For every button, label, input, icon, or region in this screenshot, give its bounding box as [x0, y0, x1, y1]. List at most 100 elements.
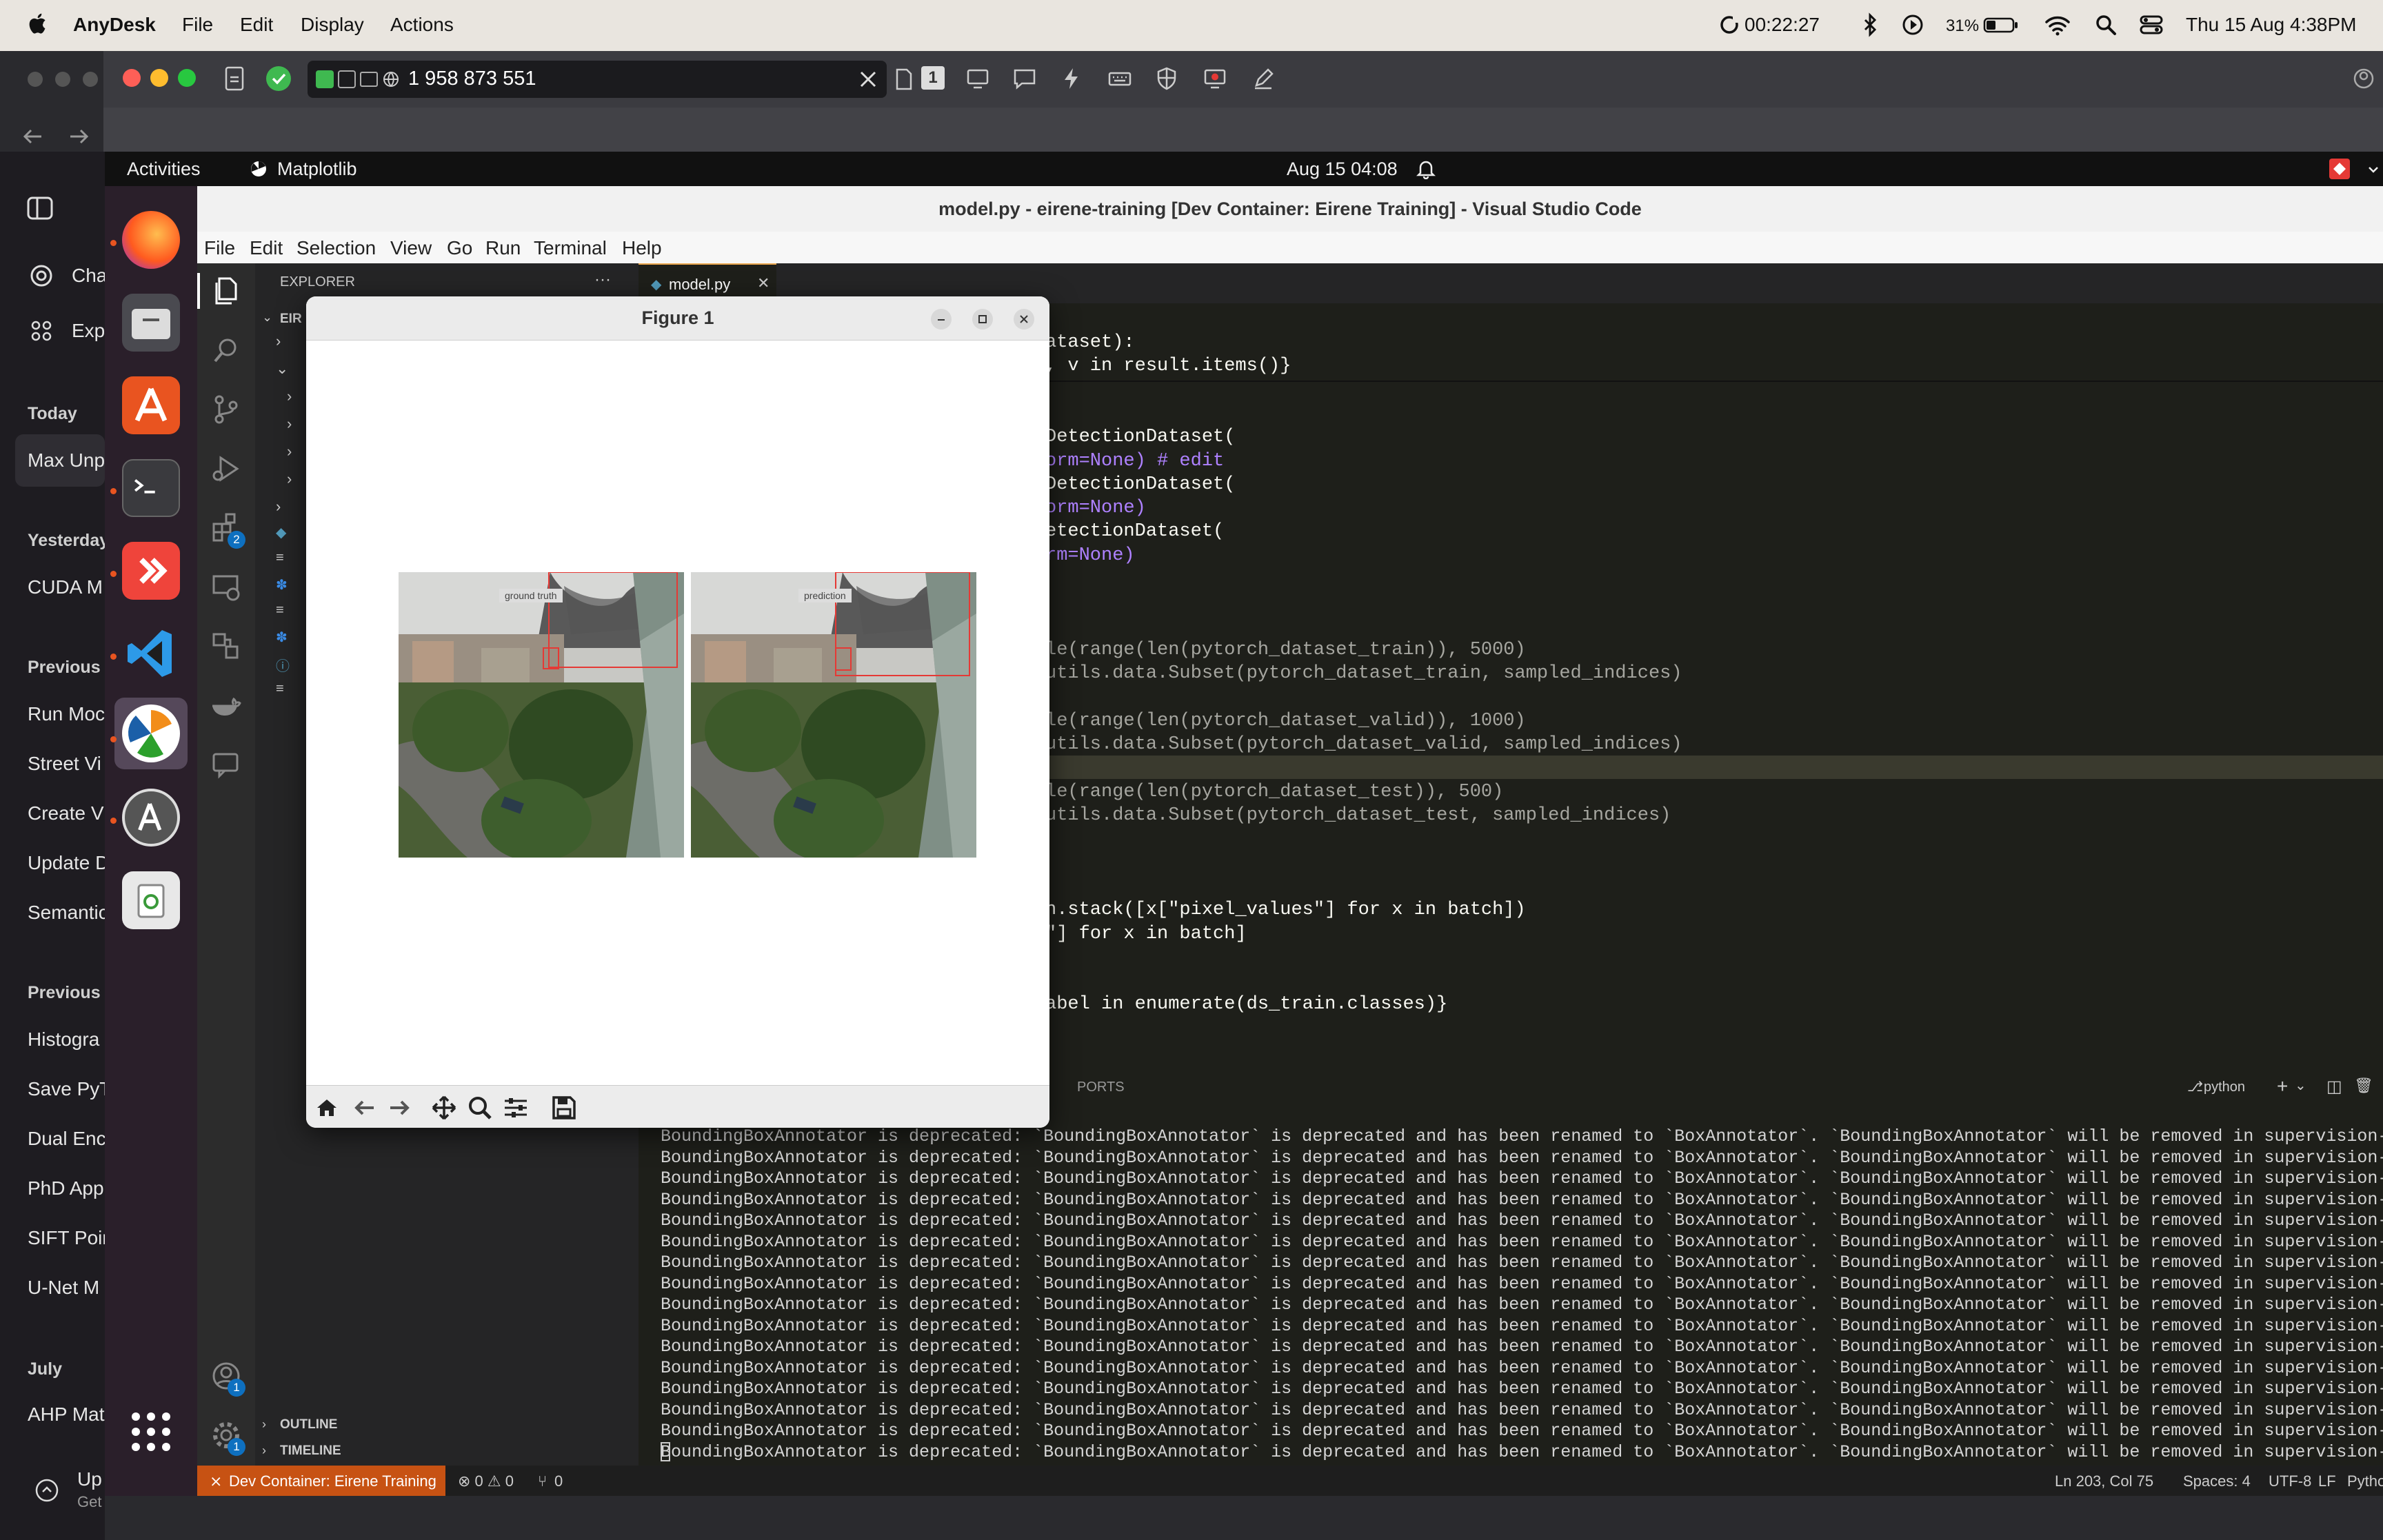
menubar-file[interactable]: File: [182, 14, 213, 36]
terminal-dropdown-chevron-icon[interactable]: ⌄: [2295, 1077, 2306, 1094]
chat-item[interactable]: PhD App: [28, 1177, 104, 1199]
line-ending[interactable]: LF: [2318, 1472, 2336, 1490]
chat-item[interactable]: Histogra: [28, 1029, 99, 1051]
firefox-icon[interactable]: [122, 211, 180, 269]
ubuntu-clock[interactable]: Aug 15 04:08: [1287, 159, 1398, 180]
control-center-icon[interactable]: [2138, 11, 2165, 39]
notification-bell-icon[interactable]: [1416, 159, 1436, 179]
chat-item[interactable]: Street Vi: [28, 753, 101, 775]
zoom-magnifier-icon[interactable]: [466, 1094, 494, 1122]
display-icon[interactable]: [965, 66, 990, 91]
ports-icon[interactable]: ⑂: [538, 1472, 547, 1490]
anydesk-tray-icon[interactable]: [2329, 159, 2350, 179]
chat-item[interactable]: Run Moc: [28, 703, 105, 725]
forward-arrow-icon[interactable]: [386, 1094, 414, 1122]
trash-icon[interactable]: [122, 871, 180, 929]
forward-arrow-icon[interactable]: [66, 124, 91, 149]
panel-tab-ports[interactable]: PORTS: [1077, 1080, 1125, 1095]
update-manager-icon[interactable]: [122, 789, 180, 847]
menu-view[interactable]: View: [390, 237, 432, 259]
explore-grid-icon[interactable]: [30, 320, 52, 342]
files-icon[interactable]: [122, 294, 180, 352]
permissions-shield-icon[interactable]: [1154, 66, 1179, 91]
cursor-position[interactable]: Ln 203, Col 75: [2055, 1472, 2153, 1490]
new-terminal-plus-icon[interactable]: +: [2277, 1075, 2288, 1097]
menu-run[interactable]: Run: [485, 237, 521, 259]
figure-minimize-button[interactable]: [931, 309, 952, 330]
comments-icon[interactable]: [210, 749, 243, 782]
chat-icon[interactable]: [1012, 66, 1037, 91]
menu-file[interactable]: File: [204, 237, 235, 259]
battery-icon[interactable]: [1983, 11, 2019, 39]
back-arrow-icon[interactable]: [350, 1094, 378, 1122]
chat-item[interactable]: Save PyT: [28, 1078, 111, 1100]
menu-help[interactable]: Help: [622, 237, 662, 259]
explorer-files-icon[interactable]: [210, 274, 243, 307]
terminal-panel[interactable]: PORTS ⎇ python + ⌄ ◫ 🗑 BoundingBoxAnnota…: [639, 1070, 2383, 1466]
close-session-icon[interactable]: [858, 69, 878, 90]
remote-explorer-icon[interactable]: [210, 571, 243, 604]
sidebar-item-explore[interactable]: Exp: [72, 320, 105, 342]
vscode-icon[interactable]: [122, 625, 180, 682]
timeline-chevron-icon[interactable]: ›: [262, 1443, 266, 1458]
window-close-button[interactable]: [123, 69, 141, 87]
upgrade-icon[interactable]: [33, 1477, 61, 1504]
now-playing-icon[interactable]: [1899, 11, 1927, 39]
matplotlib-figure-window[interactable]: Figure 1 ground truth prediction: [306, 296, 1049, 1128]
monitor-select-button[interactable]: 1: [921, 66, 945, 90]
chat-item[interactable]: Max Unp: [28, 449, 105, 472]
chat-item[interactable]: AHP Mat: [28, 1404, 105, 1426]
chat-item[interactable]: SIFT Poir: [28, 1227, 109, 1249]
anydesk-dock-icon[interactable]: [122, 542, 180, 600]
actions-lightning-icon[interactable]: [1059, 66, 1084, 91]
wifi-icon[interactable]: [2044, 11, 2071, 39]
split-terminal-icon[interactable]: ◫: [2326, 1077, 2342, 1097]
terminal-icon[interactable]: [122, 459, 180, 517]
pan-move-icon[interactable]: [430, 1094, 458, 1122]
tab-close-icon[interactable]: ✕: [757, 274, 770, 292]
timer-icon[interactable]: [1716, 11, 1743, 39]
explorer-more-actions-icon[interactable]: ···: [594, 270, 611, 290]
activities-button[interactable]: Activities: [127, 159, 201, 180]
figure-close-button[interactable]: [1014, 309, 1034, 330]
bluetooth-icon[interactable]: [1856, 11, 1884, 39]
file-transfer-icon[interactable]: [222, 65, 247, 92]
chat-item[interactable]: Dual Enc: [28, 1128, 106, 1150]
background-close-button[interactable]: [28, 72, 43, 87]
folder-chevron-down-icon[interactable]: ⌄: [262, 310, 272, 325]
show-apps-grid-icon[interactable]: [130, 1410, 172, 1453]
background-zoom-button[interactable]: [83, 72, 98, 87]
language-mode[interactable]: Pytho: [2347, 1472, 2383, 1490]
menu-terminal[interactable]: Terminal: [534, 237, 607, 259]
software-center-icon[interactable]: [122, 376, 180, 434]
user-icon[interactable]: [2351, 66, 2376, 91]
chat-item[interactable]: U-Net M: [28, 1277, 99, 1299]
menu-selection[interactable]: Selection: [296, 237, 376, 259]
menubar-actions[interactable]: Actions: [390, 14, 454, 36]
containers-icon[interactable]: [210, 630, 243, 663]
record-session-icon[interactable]: [1203, 66, 1227, 91]
chat-item[interactable]: Semantic: [28, 902, 108, 924]
explorer-root-folder[interactable]: EIR: [280, 312, 302, 327]
focused-app-name[interactable]: Matplotlib: [277, 159, 357, 180]
timeline-section[interactable]: TIMELINE: [280, 1443, 341, 1459]
remote-indicator[interactable]: ⨯ Dev Container: Eirene Training: [197, 1466, 445, 1496]
chat-item[interactable]: CUDA M: [28, 576, 103, 598]
menubar-datetime[interactable]: Thu 15 Aug 4:38PM: [2186, 14, 2357, 36]
menu-go[interactable]: Go: [447, 237, 472, 259]
window-zoom-button[interactable]: [178, 69, 196, 87]
chatgpt-logo-icon[interactable]: [28, 262, 55, 290]
ports-status[interactable]: 0: [554, 1472, 563, 1490]
search-icon[interactable]: [210, 334, 243, 367]
back-arrow-icon[interactable]: [21, 124, 46, 149]
source-control-icon[interactable]: [210, 393, 243, 426]
menubar-edit[interactable]: Edit: [240, 14, 273, 36]
save-floppy-icon[interactable]: [550, 1094, 578, 1122]
terminal-name[interactable]: python: [2204, 1080, 2245, 1095]
menubar-app-name[interactable]: AnyDesk: [73, 14, 156, 36]
window-minimize-button[interactable]: [150, 69, 168, 87]
doc-icon[interactable]: [894, 68, 914, 91]
matplotlib-dock-icon[interactable]: [122, 705, 180, 762]
menubar-display[interactable]: Display: [301, 14, 364, 36]
kill-terminal-trash-icon[interactable]: 🗑: [2354, 1077, 2373, 1095]
